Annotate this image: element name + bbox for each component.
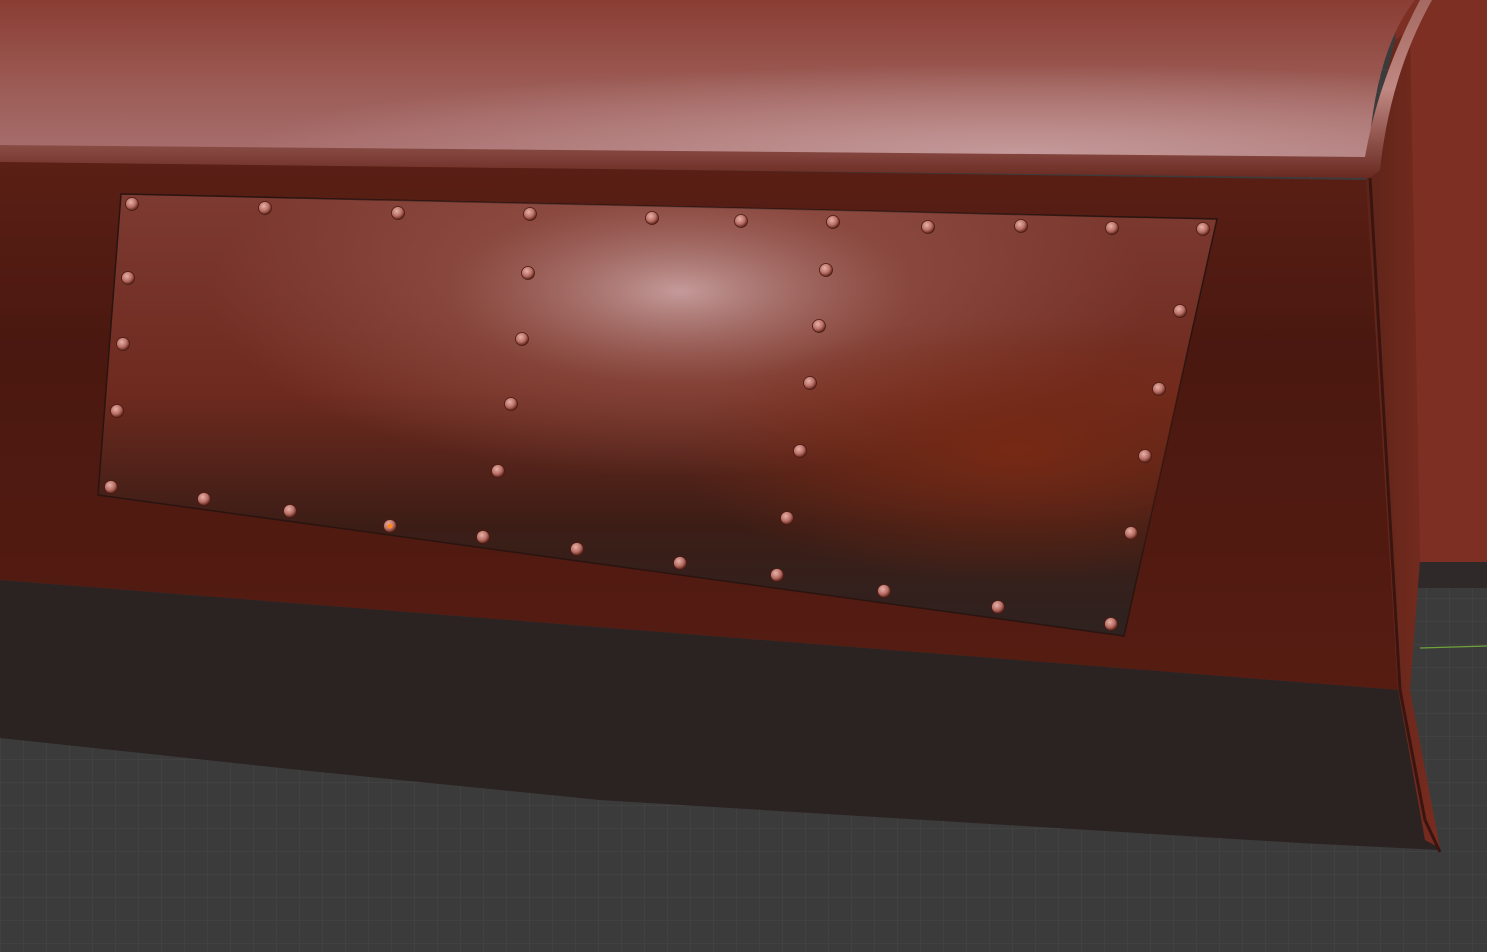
rivet[interactable] — [1105, 221, 1119, 235]
rivet[interactable] — [197, 492, 211, 506]
rivet[interactable] — [673, 556, 687, 570]
rivet[interactable] — [812, 319, 826, 333]
rivet[interactable] — [258, 201, 272, 215]
rivet[interactable] — [104, 480, 118, 494]
rivet[interactable] — [391, 206, 405, 220]
rivet[interactable] — [877, 584, 891, 598]
rivet[interactable] — [780, 511, 794, 525]
rivet[interactable] — [1014, 219, 1028, 233]
rivet[interactable] — [1138, 449, 1152, 463]
rivet[interactable] — [521, 266, 535, 280]
rivet[interactable] — [1173, 304, 1187, 318]
viewport-canvas[interactable] — [0, 0, 1487, 952]
rivet[interactable] — [515, 332, 529, 346]
rivet[interactable] — [116, 337, 130, 351]
rivet[interactable] — [1196, 222, 1210, 236]
rivet[interactable] — [523, 207, 537, 221]
rivet[interactable] — [570, 542, 584, 556]
3d-viewport[interactable] — [0, 0, 1487, 952]
rivet[interactable] — [1124, 526, 1138, 540]
rivet[interactable] — [770, 568, 784, 582]
rivet[interactable] — [283, 504, 297, 518]
rivet[interactable] — [491, 464, 505, 478]
rivet[interactable] — [819, 263, 833, 277]
rivet[interactable] — [921, 220, 935, 234]
rivet[interactable] — [991, 600, 1005, 614]
rivet[interactable] — [645, 211, 659, 225]
rivet[interactable] — [121, 271, 135, 285]
rivet[interactable] — [803, 376, 817, 390]
rivet[interactable] — [826, 215, 840, 229]
blade-top-shine — [0, 0, 1415, 160]
rivet[interactable] — [476, 530, 490, 544]
rivet[interactable] — [1152, 382, 1166, 396]
rivet[interactable] — [125, 197, 139, 211]
selection-origin-dot — [387, 523, 393, 529]
rivet[interactable] — [734, 214, 748, 228]
rivet[interactable] — [110, 404, 124, 418]
rivet[interactable] — [504, 397, 518, 411]
rivet[interactable] — [793, 444, 807, 458]
rivet[interactable] — [1104, 617, 1118, 631]
